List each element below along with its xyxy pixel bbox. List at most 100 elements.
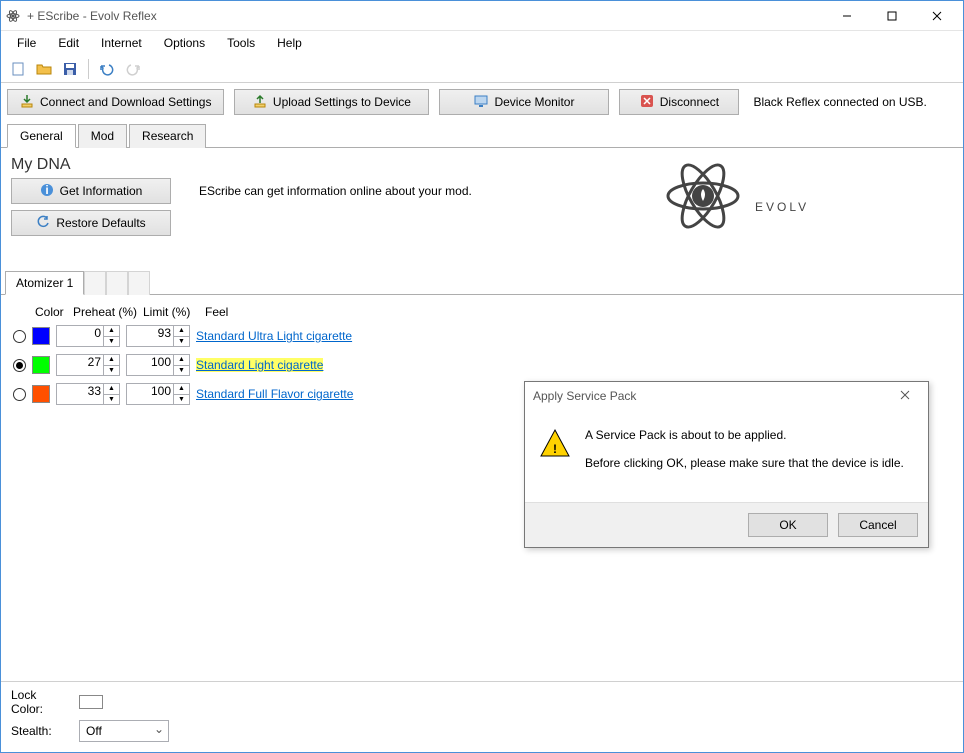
dialog-cancel-button[interactable]: Cancel bbox=[838, 513, 918, 537]
open-folder-icon[interactable] bbox=[33, 58, 55, 80]
feel-link[interactable]: Standard Light cigarette bbox=[196, 358, 323, 372]
limit-input[interactable]: 100▲▼ bbox=[126, 383, 190, 405]
spin-down-icon[interactable]: ▼ bbox=[174, 337, 189, 347]
stealth-label: Stealth: bbox=[11, 724, 71, 738]
stealth-select[interactable]: Off bbox=[79, 720, 169, 742]
limit-value: 100 bbox=[151, 384, 171, 398]
apply-service-pack-dialog: Apply Service Pack ! A Service Pack is a… bbox=[524, 381, 929, 548]
warning-icon: ! bbox=[539, 428, 571, 484]
connection-status: Black Reflex connected on USB. bbox=[753, 95, 926, 109]
spin-down-icon[interactable]: ▼ bbox=[104, 395, 119, 405]
svg-text:!: ! bbox=[553, 442, 557, 456]
atomizer-tab-blank-3[interactable] bbox=[128, 271, 150, 295]
spin-down-icon[interactable]: ▼ bbox=[174, 366, 189, 376]
undo-icon[interactable] bbox=[96, 58, 118, 80]
atomizer-row: 27▲▼100▲▼Standard Light cigarette bbox=[13, 354, 951, 376]
menu-file[interactable]: File bbox=[7, 33, 46, 53]
icon-toolbar bbox=[1, 55, 963, 83]
tab-mod[interactable]: Mod bbox=[78, 124, 127, 148]
lock-color-label: Lock Color: bbox=[11, 688, 71, 716]
menu-tools[interactable]: Tools bbox=[217, 33, 265, 53]
get-information-button[interactable]: i Get Information bbox=[11, 178, 171, 204]
svg-text:EVOLV: EVOLV bbox=[755, 200, 809, 214]
menubar: File Edit Internet Options Tools Help bbox=[1, 31, 963, 55]
atomizer-radio[interactable] bbox=[13, 330, 26, 343]
monitor-icon bbox=[474, 94, 488, 111]
limit-value: 93 bbox=[158, 326, 171, 340]
atomizer-radio[interactable] bbox=[13, 359, 26, 372]
spin-up-icon[interactable]: ▲ bbox=[104, 384, 119, 395]
atomizer-color-swatch[interactable] bbox=[32, 385, 50, 403]
spin-up-icon[interactable]: ▲ bbox=[104, 326, 119, 337]
feel-link[interactable]: Standard Full Flavor cigarette bbox=[196, 387, 353, 401]
atomizer-tab-1[interactable]: Atomizer 1 bbox=[5, 271, 84, 295]
evolv-logo: EVOLV bbox=[663, 151, 943, 244]
save-icon[interactable] bbox=[59, 58, 81, 80]
disconnect-button[interactable]: Disconnect bbox=[619, 89, 739, 115]
dialog-text: A Service Pack is about to be applied. B… bbox=[585, 428, 914, 484]
atomizer-headers: Color Preheat (%) Limit (%) Feel bbox=[13, 305, 951, 319]
bottom-panel: Lock Color: Stealth: Off bbox=[1, 681, 963, 752]
spin-up-icon[interactable]: ▲ bbox=[104, 355, 119, 366]
dialog-title: Apply Service Pack bbox=[533, 389, 636, 403]
preheat-input[interactable]: 27▲▼ bbox=[56, 354, 120, 376]
lock-color-picker[interactable] bbox=[79, 695, 103, 709]
info-icon: i bbox=[40, 183, 54, 200]
menu-help[interactable]: Help bbox=[267, 33, 312, 53]
stealth-value: Off bbox=[86, 724, 102, 738]
svg-text:i: i bbox=[45, 183, 48, 197]
dialog-ok-button[interactable]: OK bbox=[748, 513, 828, 537]
upload-icon bbox=[253, 94, 267, 111]
titlebar: + EScribe - Evolv Reflex bbox=[1, 1, 963, 31]
disconnect-label: Disconnect bbox=[660, 95, 719, 109]
spin-down-icon[interactable]: ▼ bbox=[174, 395, 189, 405]
app-icon bbox=[5, 8, 21, 24]
dialog-close-button[interactable] bbox=[890, 389, 920, 403]
menu-edit[interactable]: Edit bbox=[48, 33, 89, 53]
window-title: + EScribe - Evolv Reflex bbox=[27, 9, 824, 23]
close-button[interactable] bbox=[914, 1, 959, 30]
info-description: EScribe can get information online about… bbox=[199, 184, 472, 198]
spin-up-icon[interactable]: ▲ bbox=[174, 355, 189, 366]
limit-input[interactable]: 100▲▼ bbox=[126, 354, 190, 376]
atomizer-color-swatch[interactable] bbox=[32, 356, 50, 374]
preheat-value: 27 bbox=[88, 355, 101, 369]
download-icon bbox=[20, 94, 34, 111]
spin-down-icon[interactable]: ▼ bbox=[104, 337, 119, 347]
menu-options[interactable]: Options bbox=[154, 33, 215, 53]
connect-download-button[interactable]: Connect and Download Settings bbox=[7, 89, 224, 115]
dialog-line1: A Service Pack is about to be applied. bbox=[585, 428, 914, 442]
atomizer-tabs: Atomizer 1 bbox=[1, 270, 963, 295]
spin-up-icon[interactable]: ▲ bbox=[174, 384, 189, 395]
menu-internet[interactable]: Internet bbox=[91, 33, 152, 53]
preheat-input[interactable]: 33▲▼ bbox=[56, 383, 120, 405]
atomizer-tab-blank-1[interactable] bbox=[84, 271, 106, 295]
minimize-button[interactable] bbox=[824, 1, 869, 30]
preheat-input[interactable]: 0▲▼ bbox=[56, 325, 120, 347]
connect-download-label: Connect and Download Settings bbox=[40, 95, 211, 109]
main-tabs: General Mod Research bbox=[1, 123, 963, 148]
device-monitor-button[interactable]: Device Monitor bbox=[439, 89, 609, 115]
redo-icon[interactable] bbox=[122, 58, 144, 80]
limit-value: 100 bbox=[151, 355, 171, 369]
new-icon[interactable] bbox=[7, 58, 29, 80]
upload-label: Upload Settings to Device bbox=[273, 95, 411, 109]
restore-icon bbox=[36, 215, 50, 232]
hdr-preheat: Preheat (%) bbox=[73, 305, 143, 319]
dialog-titlebar: Apply Service Pack bbox=[525, 382, 928, 410]
tab-general[interactable]: General bbox=[7, 124, 76, 148]
spin-down-icon[interactable]: ▼ bbox=[104, 366, 119, 376]
upload-button[interactable]: Upload Settings to Device bbox=[234, 89, 429, 115]
disconnect-icon bbox=[640, 94, 654, 111]
atomizer-color-swatch[interactable] bbox=[32, 327, 50, 345]
preheat-value: 33 bbox=[88, 384, 101, 398]
maximize-button[interactable] bbox=[869, 1, 914, 30]
atomizer-tab-blank-2[interactable] bbox=[106, 271, 128, 295]
feel-link[interactable]: Standard Ultra Light cigarette bbox=[196, 329, 352, 343]
restore-defaults-button[interactable]: Restore Defaults bbox=[11, 210, 171, 236]
atomizer-radio[interactable] bbox=[13, 388, 26, 401]
hdr-color: Color bbox=[35, 305, 73, 319]
spin-up-icon[interactable]: ▲ bbox=[174, 326, 189, 337]
tab-research[interactable]: Research bbox=[129, 124, 206, 148]
limit-input[interactable]: 93▲▼ bbox=[126, 325, 190, 347]
